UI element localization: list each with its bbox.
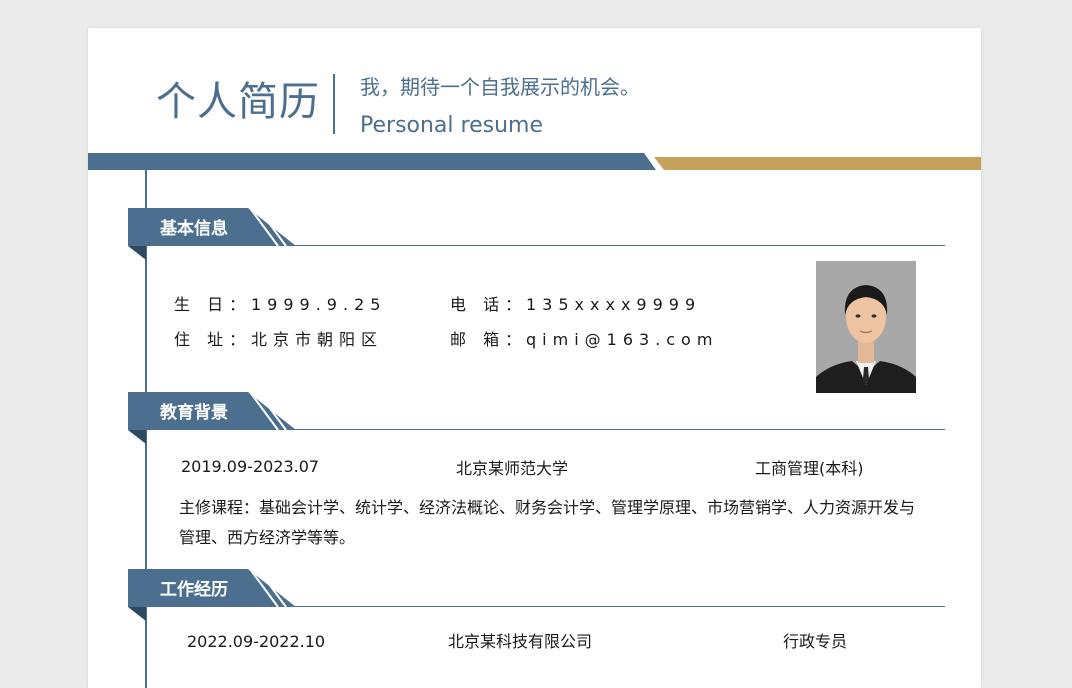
profile-photo [816,261,916,393]
header-band-blue [88,153,656,170]
birthday-value: 1999.9.25 [251,295,387,314]
title-divider [333,74,335,134]
resume-page: 个人简历 我，期待一个自我展示的机会。 Personal resume 基本信息… [88,28,981,688]
section-rule [292,606,945,607]
address-value: 北京市朝阳区 [251,330,384,349]
work-company: 北京某科技有限公司 [448,632,593,651]
header-band-gold [654,157,981,170]
section-header-work: 工作经历 [128,569,945,621]
resume-title: 个人简历 [156,79,320,125]
work-position: 行政专员 [783,632,848,651]
header-band [88,153,981,170]
phone-label: 电 话： [450,295,528,314]
education-period: 2019.09-2023.07 [181,457,320,476]
section-title-work: 工作经历 [160,580,228,600]
section-rule [292,429,945,430]
address-label: 住 址： [174,330,252,349]
section-rule [292,245,945,246]
phone-value: 135xxxx9999 [526,295,702,314]
email-value: qimi@163.com [526,330,719,349]
section-header-education: 教育背景 [128,392,945,444]
section-header-basic-info: 基本信息 [128,208,945,260]
email-label: 邮 箱： [450,330,528,349]
resume-subtitle: Personal resume [360,113,543,138]
education-school: 北京某师范大学 [456,459,569,478]
education-courses: 主修课程：基础会计学、统计学、经济法概论、财务会计学、管理学原理、市场营销学、人… [179,498,916,547]
work-period: 2022.09-2022.10 [187,632,326,651]
education-major: 工商管理(本科) [755,459,864,478]
resume-slogan: 我，期待一个自我展示的机会。 [360,75,640,99]
birthday-label: 生 日： [174,295,252,314]
person-silhouette-icon [816,261,916,393]
section-title-education: 教育背景 [160,403,228,423]
section-title-basic-info: 基本信息 [160,219,228,239]
